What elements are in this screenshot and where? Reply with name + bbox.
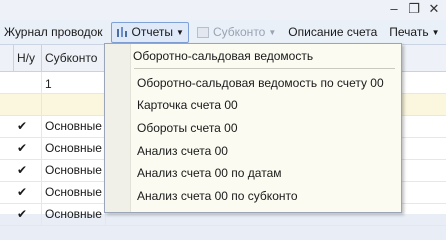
nu-checkbox[interactable]: [14, 72, 42, 93]
chevron-down-icon: ▼: [268, 27, 277, 37]
menu-item-analysis-by-subkonto[interactable]: Анализ счета 00 по субконто: [137, 189, 298, 203]
reports-label: Отчеты: [131, 25, 174, 39]
account-description-label: Описание счета: [288, 25, 378, 39]
nu-checkbox[interactable]: ✔: [14, 138, 42, 159]
close-icon[interactable]: ✕: [426, 1, 442, 17]
nu-checkbox[interactable]: ✔: [14, 160, 42, 181]
subkonto-cell: [42, 72, 106, 93]
print-label: Печать: [389, 25, 429, 39]
menu-item-turnover-balance-by-account[interactable]: Оборотно-сальдовая ведомость по счету 00: [137, 76, 384, 90]
nu-checkbox[interactable]: ✔: [14, 204, 42, 225]
journal-label: Журнал проводок: [4, 25, 103, 39]
menu-icon-gutter: [105, 44, 131, 212]
subkonto-button[interactable]: Субконто ▼: [193, 22, 280, 43]
menu-item-turnover-balance-sheet[interactable]: Оборотно-сальдовая ведомость: [133, 49, 313, 63]
nu-checkbox[interactable]: [14, 94, 42, 115]
journal-button[interactable]: Журнал проводок: [0, 22, 107, 43]
account-description-button[interactable]: Описание счета: [284, 22, 381, 43]
menu-item-account-turnovers[interactable]: Обороты счета 00: [137, 121, 238, 135]
reports-button[interactable]: Отчеты ▼: [110, 21, 189, 43]
toolbar: Журнал проводок Отчеты ▼ Субконто ▼ Опис…: [0, 20, 446, 45]
subkonto-cell: Основные: [42, 138, 106, 159]
subkonto-cell: Основные: [42, 116, 106, 137]
subkonto-cell: [42, 94, 106, 115]
report-icon: [116, 26, 128, 38]
reports-dropdown-menu: Оборотно-сальдовая ведомость Оборотно-са…: [104, 43, 402, 213]
chevron-down-icon: ▼: [431, 27, 440, 37]
menu-separator: [134, 68, 395, 69]
chevron-down-icon: ▼: [176, 27, 184, 37]
nu-checkbox[interactable]: ✔: [14, 182, 42, 203]
title-strip: – ❐ ✕: [0, 0, 446, 20]
print-button[interactable]: Печать ▼: [385, 22, 443, 43]
menu-item-account-analysis[interactable]: Анализ счета 00: [137, 144, 228, 158]
column-header-nu[interactable]: Н/у: [14, 45, 42, 71]
restore-icon[interactable]: ❐: [406, 1, 422, 17]
subkonto-icon: [196, 26, 209, 38]
column-header-subkonto1[interactable]: Субконто 1: [42, 45, 106, 91]
column-header-marker[interactable]: [0, 45, 14, 71]
menu-item-analysis-by-dates[interactable]: Анализ счета 00 по датам: [137, 166, 282, 180]
subkonto-label: Субконто: [212, 25, 266, 39]
subkonto-cell: Основные: [42, 182, 106, 203]
window-controls: – ❐ ✕: [386, 1, 442, 17]
subkonto-cell: Основные: [42, 204, 106, 225]
nu-checkbox[interactable]: ✔: [14, 116, 42, 137]
subkonto-cell: Основные: [42, 160, 106, 181]
minimize-icon[interactable]: –: [386, 1, 402, 17]
menu-item-account-card[interactable]: Карточка счета 00: [137, 98, 238, 112]
